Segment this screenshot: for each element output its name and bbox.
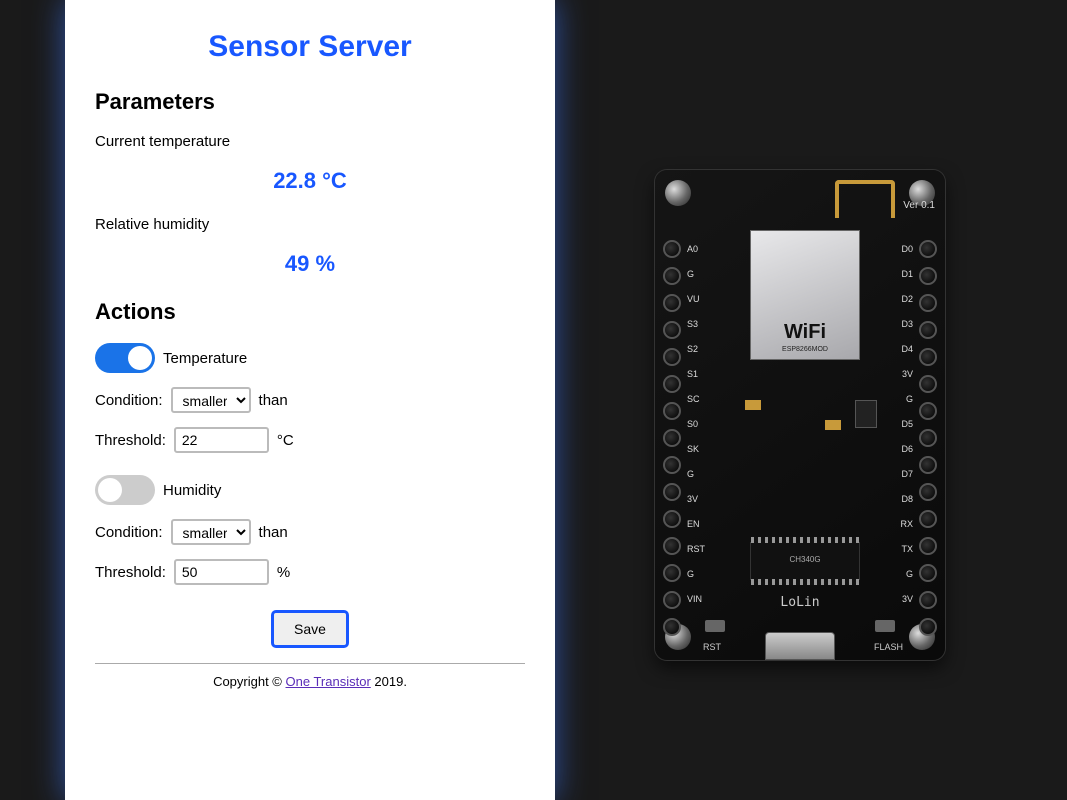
save-button[interactable]: Save (271, 610, 349, 648)
temp-condition-select[interactable]: smaller (171, 387, 251, 413)
reset-button (705, 620, 725, 632)
relative-humidity-value: 49 % (95, 251, 525, 277)
actions-heading: Actions (95, 299, 525, 325)
temperature-toggle[interactable] (95, 343, 155, 373)
temp-condition-suffix: than (259, 392, 288, 409)
current-temperature-value: 22.8 °C (95, 168, 525, 194)
humidity-toggle[interactable] (95, 475, 155, 505)
hum-condition-suffix: than (259, 524, 288, 541)
temp-threshold-input[interactable] (174, 427, 269, 453)
hum-condition-label: Condition: (95, 524, 163, 541)
micro-usb-port (765, 632, 835, 660)
footer: Copyright © One Transistor 2019. (95, 674, 525, 689)
antenna-icon (835, 180, 895, 218)
page-title: Sensor Server (95, 30, 525, 64)
pin-header-left (663, 240, 681, 636)
nodemcu-board-image: Ver 0.1 WiFi ESP8266MOD A0GVUS3S2S1SCS0S… (655, 170, 945, 660)
board-version: Ver 0.1 (903, 200, 935, 211)
temp-condition-label: Condition: (95, 392, 163, 409)
temperature-toggle-label: Temperature (163, 350, 247, 367)
temp-threshold-label: Threshold: (95, 432, 166, 449)
humidity-toggle-label: Humidity (163, 482, 221, 499)
current-temperature-label: Current temperature (95, 133, 525, 150)
usb-serial-ic: CH340G (750, 542, 860, 580)
parameters-heading: Parameters (95, 89, 525, 115)
sensor-server-panel: Sensor Server Parameters Current tempera… (65, 0, 555, 800)
relative-humidity-label: Relative humidity (95, 216, 525, 233)
hum-condition-select[interactable]: smaller (171, 519, 251, 545)
wifi-icon: WiFi (784, 321, 826, 344)
hum-threshold-input[interactable] (174, 559, 269, 585)
hum-threshold-label: Threshold: (95, 564, 166, 581)
footer-link[interactable]: One Transistor (286, 674, 371, 689)
temp-threshold-unit: °C (277, 432, 294, 449)
hum-threshold-unit: % (277, 564, 290, 581)
flash-button (875, 620, 895, 632)
esp8266-shield: WiFi ESP8266MOD (750, 230, 860, 360)
board-brand: LoLin (780, 595, 819, 610)
pin-header-right (919, 240, 937, 636)
footer-divider (95, 663, 525, 664)
